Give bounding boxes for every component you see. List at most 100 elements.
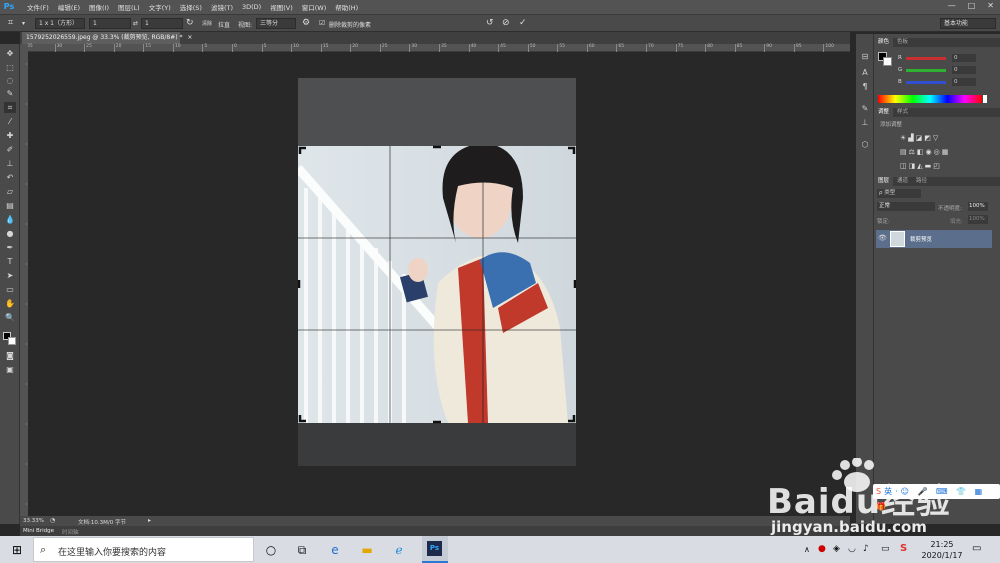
zoom-tool-icon[interactable]: 🔍: [4, 312, 16, 323]
qq-tray-icon[interactable]: ●: [818, 544, 826, 554]
tab-channels[interactable]: 通道: [893, 177, 912, 186]
spectrum-white-swatch[interactable]: [983, 95, 987, 103]
menu-help[interactable]: 帮助(H): [335, 2, 358, 12]
photo-filter-icon[interactable]: ◉: [926, 148, 934, 156]
color-balance-icon[interactable]: ⚖: [909, 148, 917, 156]
green-value-input[interactable]: 0: [952, 66, 976, 74]
tab-layers[interactable]: 图层: [874, 177, 894, 186]
move-tool-icon[interactable]: ✥: [4, 48, 16, 59]
threshold-icon[interactable]: ◭: [917, 162, 924, 170]
healing-brush-tool-icon[interactable]: ✚: [4, 130, 16, 141]
selective-color-icon[interactable]: ◰: [933, 162, 942, 170]
display-icon[interactable]: ▭: [881, 544, 890, 554]
delete-pixels-checkbox[interactable]: ☑: [319, 18, 325, 29]
3d-panel-icon[interactable]: ⬡: [859, 140, 871, 150]
vibrance-icon[interactable]: ▽: [933, 134, 940, 142]
pen-tool-icon[interactable]: ✒: [4, 242, 16, 253]
task-view-icon[interactable]: ⧉: [294, 542, 310, 558]
crop-height-input[interactable]: 1: [141, 18, 183, 29]
notification-icon[interactable]: ▭: [972, 543, 981, 554]
tray-expand-icon[interactable]: ∧: [804, 545, 810, 554]
brush-tool-icon[interactable]: ✐: [4, 144, 16, 155]
tray-app-icon[interactable]: ◈: [833, 544, 840, 554]
sogou-tray-icon[interactable]: S: [900, 543, 907, 554]
zoom-level[interactable]: 33.33%: [23, 518, 44, 524]
ime-toolbar[interactable]: S英·☺ 🎤 ⌨ 👕 ▦ 🎁: [873, 484, 1000, 511]
color-background-swatch[interactable]: [883, 57, 892, 66]
blur-tool-icon[interactable]: 💧: [4, 214, 16, 225]
status-menu-arrow-icon[interactable]: ▸: [148, 517, 151, 524]
tab-paths[interactable]: 路径: [912, 177, 931, 186]
document-tab[interactable]: 1579252026559.jpeg @ 33.3% (裁剪预览, RGB/8#…: [22, 32, 192, 44]
tab-timeline[interactable]: 时间轴: [62, 528, 79, 536]
menu-type[interactable]: 文字(Y): [149, 2, 171, 12]
edge-browser-icon[interactable]: e: [327, 542, 343, 558]
clone-stamp-tool-icon[interactable]: ⊥: [4, 158, 16, 169]
crop-preview-image[interactable]: [298, 78, 576, 466]
brush-panel-icon[interactable]: ✎: [859, 104, 871, 114]
tab-swatches[interactable]: 色板: [893, 38, 912, 47]
color-spectrum-bar[interactable]: [878, 95, 982, 103]
history-icon[interactable]: ⊟: [859, 52, 871, 62]
tool-preset-dropdown-icon[interactable]: ▾: [22, 18, 25, 29]
settings-gear-icon[interactable]: ⚙: [302, 18, 310, 29]
cancel-crop-icon[interactable]: ⊘: [502, 18, 510, 29]
tab-mini-bridge[interactable]: Mini Bridge: [23, 528, 54, 534]
blue-slider-row[interactable]: B 0: [898, 78, 998, 88]
gradient-map-icon[interactable]: ▬: [925, 162, 934, 170]
ratio-select[interactable]: 1 x 1（方形）: [35, 18, 85, 29]
straighten-button[interactable]: 拉直: [218, 20, 230, 29]
layer-kind-filter[interactable]: ρ 类型: [877, 189, 921, 198]
workspace-select[interactable]: 基本功能: [940, 18, 996, 29]
marquee-tool-icon[interactable]: ⬚: [4, 62, 16, 73]
red-slider-track[interactable]: [906, 57, 946, 60]
minimize-button[interactable]: —: [948, 1, 956, 10]
tab-color[interactable]: 颜色: [874, 38, 894, 47]
blend-mode-select[interactable]: 正常: [877, 202, 935, 211]
gradient-tool-icon[interactable]: ▤: [4, 200, 16, 211]
blue-slider-track[interactable]: [906, 81, 946, 84]
opacity-input[interactable]: 100%: [968, 202, 988, 211]
close-window-button[interactable]: ✕: [987, 1, 994, 10]
screen-mode-icon[interactable]: ▣: [4, 364, 16, 375]
menu-image[interactable]: 图像(I): [89, 2, 109, 12]
rectangle-tool-icon[interactable]: ▭: [4, 284, 16, 295]
hand-tool-icon[interactable]: ✋: [4, 298, 16, 309]
layer-name[interactable]: 裁剪预览: [910, 235, 932, 243]
crop-width-input[interactable]: 1: [89, 18, 131, 29]
color-lookup-icon[interactable]: ▦: [942, 148, 951, 156]
rotate-crop-icon[interactable]: ↻: [186, 18, 194, 29]
ime-lang-label[interactable]: 英: [884, 487, 895, 496]
eyedropper-tool-icon[interactable]: ⁄: [4, 116, 16, 127]
clock[interactable]: 21:25 2020/1/17: [920, 539, 964, 561]
quick-select-tool-icon[interactable]: ✎: [4, 88, 16, 99]
menu-edit[interactable]: 编辑(E): [58, 2, 80, 12]
taskbar-search-box[interactable]: ⌕ 在这里输入你要搜索的内容: [33, 537, 254, 562]
invert-icon[interactable]: ◫: [900, 162, 909, 170]
volume-icon[interactable]: ♪: [863, 544, 869, 554]
dodge-tool-icon[interactable]: ●: [4, 228, 16, 239]
menu-view[interactable]: 视图(V): [270, 2, 293, 12]
posterize-icon[interactable]: ◨: [909, 162, 918, 170]
curves-icon[interactable]: ◪: [916, 134, 925, 142]
close-tab-button[interactable]: ×: [187, 34, 192, 41]
commit-crop-icon[interactable]: ✓: [519, 18, 527, 29]
menu-filter[interactable]: 滤镜(T): [211, 2, 233, 12]
cortana-icon[interactable]: ○: [263, 542, 279, 558]
taskbar-photoshop[interactable]: Ps: [422, 536, 448, 563]
menu-layer[interactable]: 图层(L): [118, 2, 140, 12]
fill-input[interactable]: 100%: [968, 215, 988, 224]
tab-adjustments[interactable]: 调整: [874, 108, 894, 117]
sogou-icon[interactable]: S: [876, 487, 884, 496]
crop-tool-icon[interactable]: ⌗: [4, 102, 16, 113]
character-icon[interactable]: A: [859, 68, 871, 78]
green-slider-track[interactable]: [906, 69, 946, 72]
reset-crop-icon[interactable]: ↺: [486, 18, 494, 29]
lasso-tool-icon[interactable]: ◌: [4, 75, 16, 86]
file-explorer-icon[interactable]: ▬: [359, 542, 375, 558]
menu-3d[interactable]: 3D(D): [242, 3, 261, 11]
green-slider-row[interactable]: G 0: [898, 66, 998, 76]
paragraph-icon[interactable]: ¶: [859, 82, 871, 92]
eraser-tool-icon[interactable]: ▱: [4, 186, 16, 197]
quick-mask-icon[interactable]: ◙: [4, 350, 16, 361]
